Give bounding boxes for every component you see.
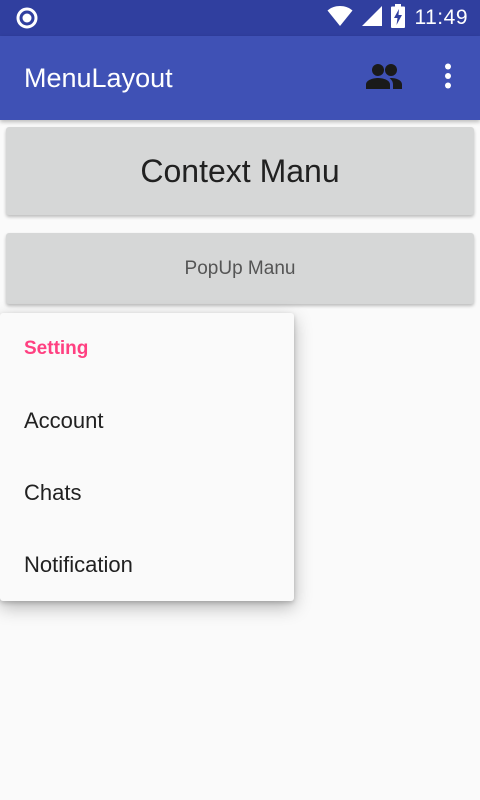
people-action-button[interactable]	[360, 36, 408, 120]
menu-item-notification[interactable]: Notification	[24, 529, 284, 601]
menu-item-chats[interactable]: Chats	[24, 457, 284, 529]
overflow-menu-button[interactable]	[424, 36, 472, 120]
overflow-menu-icon	[444, 63, 452, 94]
sync-icon	[16, 7, 38, 29]
popup-menu-button[interactable]: PopUp Manu	[6, 233, 474, 304]
signal-icon	[361, 5, 383, 32]
status-bar: 11:49	[0, 0, 480, 36]
status-time: 11:49	[414, 6, 468, 29]
people-icon	[366, 63, 402, 94]
menu-header-setting: Setting	[24, 338, 89, 359]
app-bar: MenuLayout	[0, 36, 480, 120]
screen: 11:49 MenuLayout Context Manu PopUp Manu…	[0, 0, 480, 800]
menu-item-account[interactable]: Account	[24, 385, 284, 457]
status-icons: 11:49	[327, 0, 469, 36]
popup-menu: Setting Account Chats Notification	[0, 313, 294, 601]
context-menu-button[interactable]: Context Manu	[6, 127, 474, 215]
wifi-icon	[327, 5, 353, 32]
app-title: MenuLayout	[24, 63, 173, 93]
battery-charging-icon	[390, 3, 405, 33]
